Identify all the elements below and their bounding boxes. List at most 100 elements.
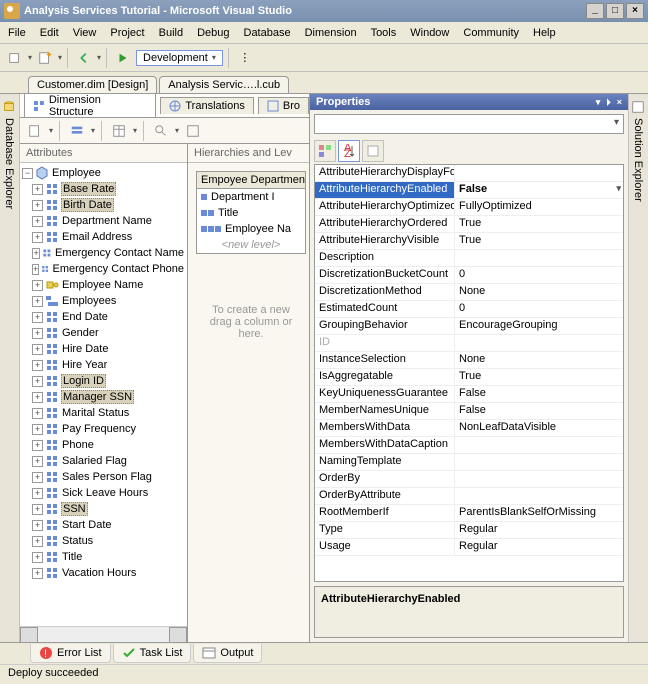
property-value[interactable] [455, 335, 623, 351]
attribute-label[interactable]: Pay Frequency [61, 423, 137, 435]
property-row[interactable]: MemberNamesUniqueFalse [315, 403, 623, 420]
tree-expander[interactable]: + [32, 280, 43, 291]
start-button[interactable] [112, 47, 134, 69]
property-value[interactable]: Regular [455, 539, 623, 555]
tree-expander[interactable]: + [32, 248, 40, 259]
attributes-tree[interactable]: −Employee+Base Rate+Birth Date+Departmen… [20, 163, 187, 626]
menu-build[interactable]: Build [159, 27, 183, 39]
property-row[interactable]: UsageRegular [315, 539, 623, 556]
new-level-placeholder[interactable]: <new level> [197, 237, 305, 253]
property-row[interactable]: KeyUniquenessGuaranteeFalse [315, 386, 623, 403]
sidetab-solution-explorer[interactable]: Solution Explorer [629, 94, 647, 642]
property-row[interactable]: OrderBy [315, 471, 623, 488]
attribute-label[interactable]: Emergency Contact Name [54, 247, 185, 259]
property-value[interactable]: 0 [455, 267, 623, 283]
attribute-label[interactable]: Sales Person Flag [61, 471, 153, 483]
tree-expander[interactable]: + [32, 472, 43, 483]
hierarchy-box[interactable]: Empoyee Department Department ITitleEmpl… [196, 171, 306, 254]
property-value[interactable]: True [455, 216, 623, 232]
property-value[interactable] [455, 454, 623, 470]
property-row[interactable]: AttributeHierarchyOptimizedFullyOptimize… [315, 199, 623, 216]
property-value[interactable]: False [455, 386, 623, 402]
property-row[interactable]: InstanceSelectionNone [315, 352, 623, 369]
property-object-selector[interactable] [314, 114, 624, 134]
property-row[interactable]: AttributeHierarchyDisplayFol [315, 165, 623, 182]
alphabetical-icon[interactable]: AZ [338, 140, 360, 162]
tab-output[interactable]: Output [193, 644, 262, 663]
tree-expander[interactable]: + [32, 232, 43, 243]
property-row[interactable]: NamingTemplate [315, 454, 623, 471]
attribute-label[interactable]: End Date [61, 311, 109, 323]
property-row[interactable]: Description [315, 250, 623, 267]
attribute-label[interactable]: Employee Name [61, 279, 144, 291]
property-row[interactable]: GroupingBehaviorEncourageGrouping [315, 318, 623, 335]
close-button[interactable]: × [626, 3, 644, 19]
tree-expander[interactable]: + [32, 504, 43, 515]
property-value[interactable]: None [455, 352, 623, 368]
view-icon[interactable] [66, 120, 88, 142]
doc-tab-cube[interactable]: Analysis Servic….l.cub [159, 76, 289, 93]
tree-expander[interactable]: + [32, 520, 43, 531]
property-value[interactable]: 0 [455, 301, 623, 317]
process-icon[interactable] [24, 120, 46, 142]
attribute-label[interactable]: Base Rate [61, 182, 116, 196]
hierarchy-level[interactable]: Department I [197, 189, 305, 205]
property-row[interactable]: TypeRegular [315, 522, 623, 539]
property-row[interactable]: EstimatedCount0 [315, 301, 623, 318]
property-row[interactable]: AttributeHierarchyVisibleTrue [315, 233, 623, 250]
menu-file[interactable]: File [8, 27, 26, 39]
property-row[interactable]: DiscretizationBucketCount0 [315, 267, 623, 284]
attribute-label[interactable]: Manager SSN [61, 390, 134, 404]
back-dropdown[interactable]: ▾ [97, 53, 101, 62]
props-close-icon[interactable]: × [617, 97, 622, 107]
tree-expander[interactable]: + [32, 328, 43, 339]
tree-expander[interactable]: + [32, 312, 43, 323]
menu-tools[interactable]: Tools [371, 27, 397, 39]
tree-expander[interactable]: + [32, 536, 43, 547]
menu-view[interactable]: View [73, 27, 97, 39]
tree-expander[interactable]: + [32, 200, 43, 211]
attribute-label[interactable]: Employees [61, 295, 117, 307]
property-row[interactable]: ID [315, 335, 623, 352]
tree-expander[interactable]: + [32, 376, 43, 387]
attribute-label[interactable]: Marital Status [61, 407, 130, 419]
hierarchy-level[interactable]: Employee Na [197, 221, 305, 237]
menu-debug[interactable]: Debug [197, 27, 229, 39]
tree-expander[interactable]: + [32, 216, 43, 227]
attribute-label[interactable]: Title [61, 551, 83, 563]
property-value[interactable] [455, 437, 623, 453]
props-pin-icon[interactable]: ⏵ [606, 97, 611, 108]
attribute-label[interactable]: Gender [61, 327, 100, 339]
tree-expander[interactable]: + [32, 552, 43, 563]
find-icon[interactable] [182, 120, 204, 142]
tree-expander[interactable]: + [32, 360, 43, 371]
attribute-label[interactable]: Salaried Flag [61, 455, 128, 467]
tree-expander[interactable]: + [32, 440, 43, 451]
property-value[interactable]: NonLeafDataVisible [455, 420, 623, 436]
property-value[interactable]: ParentIsBlankSelfOrMissing [455, 505, 623, 521]
property-value[interactable]: False [455, 403, 623, 419]
tree-expander[interactable]: + [32, 296, 43, 307]
property-value[interactable] [455, 471, 623, 487]
property-value[interactable]: True [455, 369, 623, 385]
tree-expander[interactable]: + [32, 344, 43, 355]
tab-translations[interactable]: Translations [160, 97, 254, 114]
add-dropdown[interactable]: ▾ [58, 53, 62, 62]
categorized-icon[interactable] [314, 140, 336, 162]
new-dropdown[interactable]: ▾ [28, 53, 32, 62]
new-project-icon[interactable] [4, 47, 26, 69]
zoom-icon[interactable] [150, 120, 172, 142]
property-row[interactable]: DiscretizationMethodNone [315, 284, 623, 301]
tree-expander[interactable]: + [32, 568, 43, 579]
tree-expander[interactable]: + [32, 264, 39, 275]
property-row[interactable]: AttributeHierarchyOrderedTrue [315, 216, 623, 233]
attribute-label[interactable]: Email Address [61, 231, 133, 243]
property-value[interactable]: True [455, 233, 623, 249]
toolbar-extra-icon[interactable]: ⋮ [234, 47, 256, 69]
tab-task-list[interactable]: Task List [113, 644, 192, 663]
attribute-label[interactable]: Sick Leave Hours [61, 487, 149, 499]
tree-expander[interactable]: + [32, 488, 43, 499]
tree-expander[interactable]: + [32, 184, 43, 195]
attribute-label[interactable]: Start Date [61, 519, 113, 531]
property-value[interactable]: Regular [455, 522, 623, 538]
